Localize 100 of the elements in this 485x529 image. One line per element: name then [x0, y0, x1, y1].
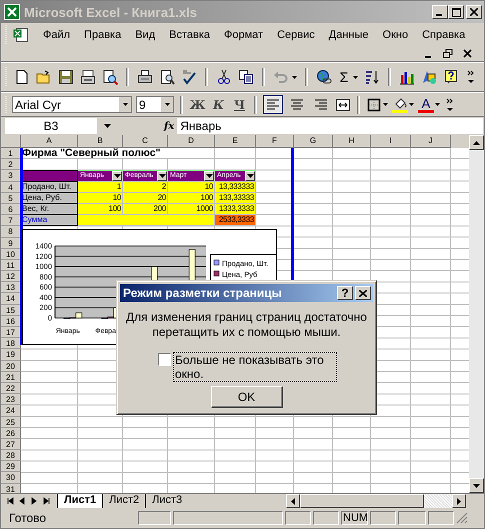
maximize-button[interactable] [448, 5, 464, 19]
new-document-icon[interactable] [14, 69, 30, 85]
menu-item[interactable]: Правка [84, 29, 122, 41]
save-icon[interactable] [58, 69, 74, 85]
scroll-up-button[interactable] [469, 135, 484, 150]
filter-dropdown-button[interactable] [204, 171, 214, 181]
toolbar-grip[interactable] [5, 67, 8, 87]
filter-dropdown-button[interactable] [157, 171, 167, 181]
insert-function-button[interactable]: fx [164, 120, 174, 132]
row-header[interactable]: 25 [1, 416, 21, 428]
close-button[interactable] [466, 5, 482, 19]
row-header[interactable]: 20 [1, 360, 21, 372]
name-box[interactable]: B3 [5, 118, 97, 134]
menu-item[interactable]: Окно [382, 29, 408, 41]
font-dropdown[interactable]: Arial Cyr [12, 96, 132, 113]
toolbar-grip[interactable] [5, 25, 8, 45]
copy-icon[interactable] [238, 69, 254, 85]
minimize-button[interactable] [432, 5, 448, 19]
menu-item[interactable]: Данные [328, 29, 369, 41]
workbook-icon[interactable] [13, 27, 29, 43]
row-header[interactable]: 29 [1, 461, 21, 472]
row-header[interactable]: 24 [1, 405, 21, 416]
font-color-button[interactable]: A [418, 96, 434, 112]
caret-icon[interactable] [292, 76, 297, 78]
menu-item[interactable]: Сервис [277, 29, 315, 41]
row-header[interactable]: 14 [1, 293, 21, 305]
toolbar-grip[interactable] [5, 96, 8, 114]
ok-button[interactable]: OK [210, 386, 282, 408]
menu-item[interactable]: Вставка [169, 29, 210, 41]
printer-icon[interactable] [137, 69, 153, 85]
text-style-button[interactable]: К [210, 98, 227, 112]
caret-icon[interactable] [435, 103, 440, 106]
restore-icon[interactable] [443, 48, 453, 58]
row-header[interactable]: 17 [1, 327, 21, 338]
shapes-icon[interactable] [421, 69, 437, 85]
row-header[interactable]: 19 [1, 349, 21, 361]
spell-check-icon[interactable] [181, 69, 197, 85]
borders-icon[interactable] [366, 96, 382, 112]
more-icon[interactable] [446, 98, 454, 112]
close-button[interactable] [355, 286, 371, 300]
close-icon[interactable] [463, 48, 472, 58]
autosum-button[interactable]: Σ [338, 69, 350, 85]
row-header[interactable]: 21 [1, 372, 21, 383]
row-header[interactable]: 13 [1, 282, 21, 294]
menu-item[interactable]: Вид [135, 29, 156, 41]
checkbox-label[interactable]: Больше не показывать это окно. [173, 352, 337, 382]
help-icon[interactable] [443, 69, 459, 85]
fill-color-icon[interactable] [392, 96, 408, 112]
last-sheet-icon[interactable] [43, 497, 51, 505]
row-header[interactable]: 23 [1, 394, 21, 406]
checkbox[interactable] [158, 353, 171, 366]
number-cell: 10 [78, 192, 123, 204]
folder-icon[interactable] [36, 69, 52, 85]
row-header[interactable]: 18 [1, 338, 21, 350]
menu-item[interactable]: Формат [224, 29, 264, 41]
row-header[interactable]: 1 [1, 148, 21, 160]
next-sheet-icon[interactable] [31, 497, 39, 505]
scroll-right-button[interactable] [452, 494, 466, 508]
help-button[interactable]: ? [337, 286, 353, 300]
sheet-tab[interactable]: Лист1 [57, 494, 102, 508]
caret-icon[interactable] [383, 103, 388, 106]
number-cell: 100 [168, 192, 215, 204]
text-style-button[interactable]: Ж [189, 98, 206, 112]
up-arrow-icon [473, 140, 480, 144]
menu-item[interactable]: Справка [422, 29, 466, 41]
align-left-button[interactable] [263, 95, 283, 114]
row-header[interactable]: 30 [1, 472, 21, 484]
search-icon[interactable] [102, 69, 118, 85]
row-header[interactable]: 8 [1, 226, 21, 238]
row-header[interactable]: 7 [1, 215, 21, 226]
caret-icon[interactable] [409, 103, 414, 106]
globe-icon[interactable] [316, 69, 332, 85]
menu-item[interactable]: Файл [43, 29, 70, 41]
print-preview-icon[interactable] [159, 69, 175, 85]
row-header[interactable]: 27 [1, 438, 21, 450]
formula-field[interactable]: Январь [177, 118, 483, 134]
row-header[interactable]: 22 [1, 382, 21, 394]
row-header[interactable]: 12 [1, 271, 21, 282]
row-header[interactable]: 26 [1, 428, 21, 439]
resize-grip-icon[interactable] [456, 512, 468, 524]
row-header[interactable]: 3 [1, 170, 21, 182]
first-sheet-icon[interactable] [7, 497, 15, 505]
text-style-button[interactable]: Ч [231, 98, 248, 112]
previous-sheet-icon[interactable] [19, 497, 27, 505]
filter-dropdown-button[interactable] [112, 171, 122, 181]
caret-icon[interactable] [104, 124, 111, 128]
scroll-down-button[interactable] [469, 478, 484, 493]
window-title: Microsoft Excel - Книга1.xls [24, 4, 198, 20]
row-header[interactable]: 2 [1, 159, 21, 170]
scroll-thumb[interactable] [300, 494, 424, 508]
more-icon[interactable] [467, 70, 475, 84]
font-size-dropdown[interactable]: 9 [136, 96, 174, 113]
row-header[interactable]: 28 [1, 450, 21, 462]
scroll-left-button[interactable] [286, 494, 300, 508]
sort-icon[interactable] [364, 69, 380, 85]
merge-cells-icon[interactable] [335, 96, 351, 112]
scissors-icon[interactable] [216, 69, 232, 85]
caret-icon[interactable] [353, 76, 358, 78]
bar-chart-icon[interactable] [399, 69, 415, 85]
filter-dropdown-button[interactable] [245, 171, 255, 181]
